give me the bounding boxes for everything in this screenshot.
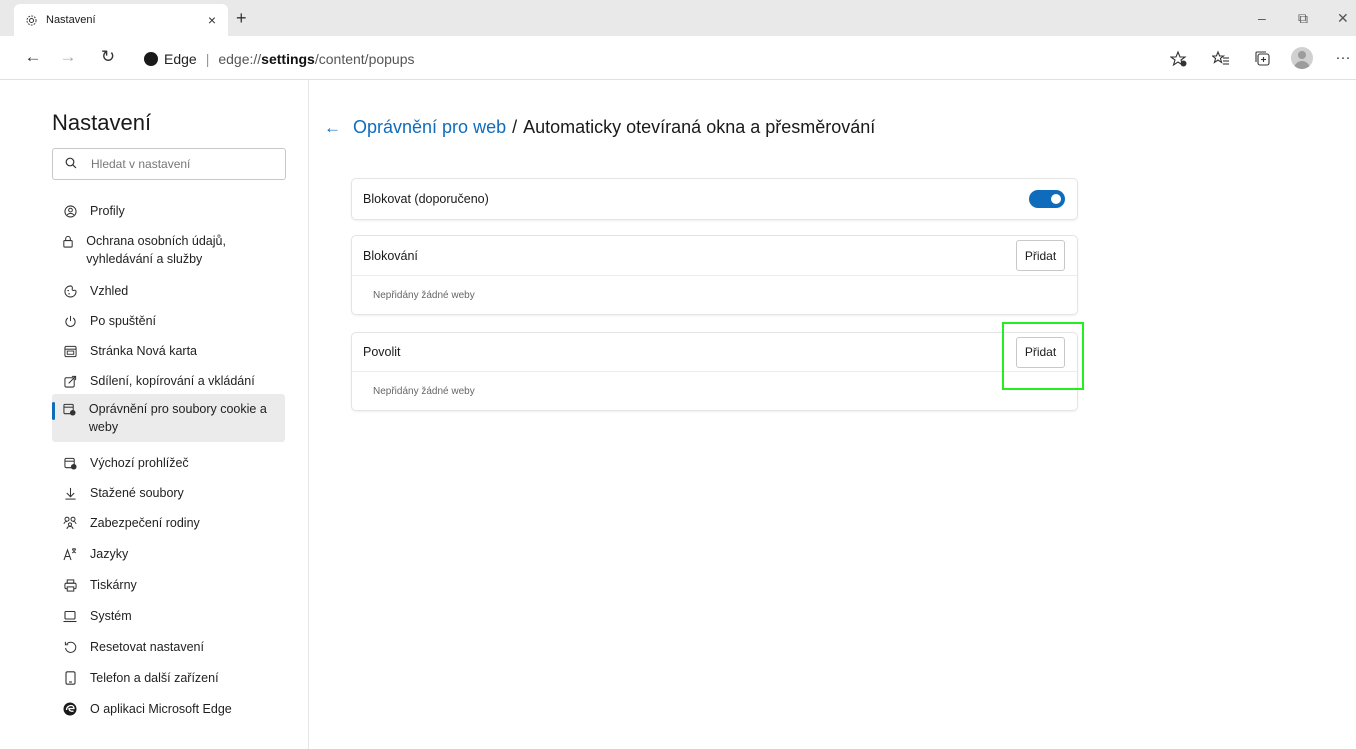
refresh-button[interactable]: ↻ [97,47,119,67]
laptop-icon [62,607,78,625]
breadcrumb: ← Oprávnění pro web / Automaticky otevír… [324,117,875,138]
sidebar-item-label: Jazyky [90,547,129,561]
allow-list-card: Povolit Přidat Nepřidány žádné weby [352,333,1077,410]
sidebar-item-label: Telefon a další zařízení [90,671,219,685]
sidebar-item-label: Zabezpečení rodiny [90,516,200,530]
sidebar-item-label: Vzhled [90,284,129,298]
site-badge-label: Edge [164,51,197,67]
sidebar-item-label: Výchozí prohlížeč [90,456,189,470]
forward-button[interactable]: → [57,47,79,67]
minimize-button[interactable]: – [1258,10,1266,26]
search-placeholder: Hledat v nastavení [91,157,191,171]
default-browser-icon [62,454,78,472]
cookie-site-permissions-icon [62,400,77,418]
block-toggle-card: Blokovat (doporučeno) [352,179,1077,219]
close-tab-icon[interactable]: × [202,12,222,28]
back-arrow-icon[interactable]: ← [324,118,341,138]
sidebar-item-share-copy-paste[interactable]: Sdílení, kopírování a vkládání [52,366,285,396]
sidebar-item-about-edge[interactable]: O aplikaci Microsoft Edge [52,694,285,724]
sidebar-item-on-startup[interactable]: Po spuštění [52,306,285,336]
back-button[interactable]: ← [22,47,44,67]
toggle-knob [1051,194,1061,204]
reset-icon [62,638,78,656]
more-menu-icon[interactable]: ··· [1333,47,1353,67]
address-separator: | [205,51,210,67]
profile-icon [62,202,78,220]
sidebar-item-appearance[interactable]: Vzhled [52,276,285,306]
sidebar-item-label: Resetovat nastavení [90,640,204,654]
sidebar-item-cookies-site-permissions[interactable]: Oprávnění pro soubory cookie a weby [52,394,285,442]
gear-icon [24,13,38,27]
sidebar-item-privacy[interactable]: Ochrana osobních údajů, vyhledávání a sl… [52,226,285,274]
lock-icon [62,232,74,250]
block-toggle-switch[interactable] [1029,190,1065,208]
url-prefix: edge:// [218,51,262,67]
block-section-title: Blokování [363,248,418,263]
edge-logo-icon [144,52,158,66]
sidebar-item-system[interactable]: Systém [52,601,285,631]
new-tab-button[interactable]: + [236,8,247,29]
sidebar-item-printers[interactable]: Tiskárny [52,570,285,600]
printer-icon [62,576,78,594]
allow-empty-text: Nepřidány žádné weby [373,385,475,397]
sidebar-title: Nastavení [52,110,152,135]
tab-settings[interactable]: Nastavení × [14,4,228,36]
block-toggle-label: Blokovat (doporučeno) [363,192,489,206]
sidebar-item-languages[interactable]: Jazyky [52,539,285,569]
close-window-button[interactable]: ✕ [1337,10,1349,27]
browser-toolbar: ← → ↻ Edge | edge://settings/content/pop… [0,36,1356,80]
sidebar-item-phone-devices[interactable]: Telefon a další zařízení [52,663,285,693]
sidebar-item-label: Stránka Nová karta [90,344,197,358]
sidebar-item-family-safety[interactable]: Zabezpečení rodiny [52,508,285,538]
sidebar-item-label: Tiskárny [90,578,137,592]
download-icon [62,484,78,502]
languages-icon [62,545,78,563]
phone-icon [62,669,78,687]
url-suffix: /content/popups [314,51,415,67]
sidebar-item-label: O aplikaci Microsoft Edge [90,702,232,716]
settings-sidebar: Nastavení Hledat v nastavení Profily Och… [0,80,309,749]
sidebar-item-label: Stažené soubory [90,486,184,500]
share-icon [62,372,78,390]
sidebar-item-label: Systém [90,609,132,623]
sidebar-item-downloads[interactable]: Stažené soubory [52,478,285,508]
sidebar-item-profiles[interactable]: Profily [52,196,285,226]
family-icon [62,514,78,532]
profile-avatar[interactable] [1291,47,1313,69]
new-tab-page-icon [62,342,78,360]
sidebar-item-label: Po spuštění [90,314,157,328]
add-block-site-button[interactable]: Přidat [1016,240,1065,271]
tab-strip: Nastavení × + – ⧉ ✕ [0,0,1356,36]
appearance-icon [62,282,78,300]
block-empty-text: Nepřidány žádné weby [373,289,475,301]
edge-logo-icon [62,700,78,718]
power-icon [62,312,78,330]
sidebar-item-label: Sdílení, kopírování a vkládání [90,374,255,388]
tab-title: Nastavení [46,14,96,26]
sidebar-item-label: Profily [90,204,125,218]
favorites-icon[interactable] [1211,49,1231,69]
allow-section-title: Povolit [363,345,401,359]
search-settings-input[interactable]: Hledat v nastavení [52,148,286,180]
breadcrumb-separator: / [512,117,518,137]
sidebar-item-reset-settings[interactable]: Resetovat nastavení [52,632,285,662]
restore-button[interactable]: ⧉ [1298,10,1308,27]
address-bar[interactable]: Edge | edge://settings/content/popups [144,47,415,71]
sidebar-item-label: Ochrana osobních údajů, vyhledávání a sl… [86,234,226,266]
url-strong: settings [261,51,315,67]
highlight-box [1002,322,1084,390]
collections-icon[interactable] [1253,49,1273,69]
sidebar-item-new-tab-page[interactable]: Stránka Nová karta [52,336,285,366]
search-icon [65,157,81,172]
add-favorite-icon[interactable] [1169,49,1189,69]
block-list-card: Blokování Přidat Nepřidány žádné weby [352,236,1077,314]
page-title: Automaticky otevíraná okna a přesměrován… [523,117,876,137]
sidebar-item-default-browser[interactable]: Výchozí prohlížeč [52,448,285,478]
sidebar-item-label: Oprávnění pro soubory cookie a weby [88,402,267,434]
breadcrumb-link-site-permissions[interactable]: Oprávnění pro web [353,117,506,138]
